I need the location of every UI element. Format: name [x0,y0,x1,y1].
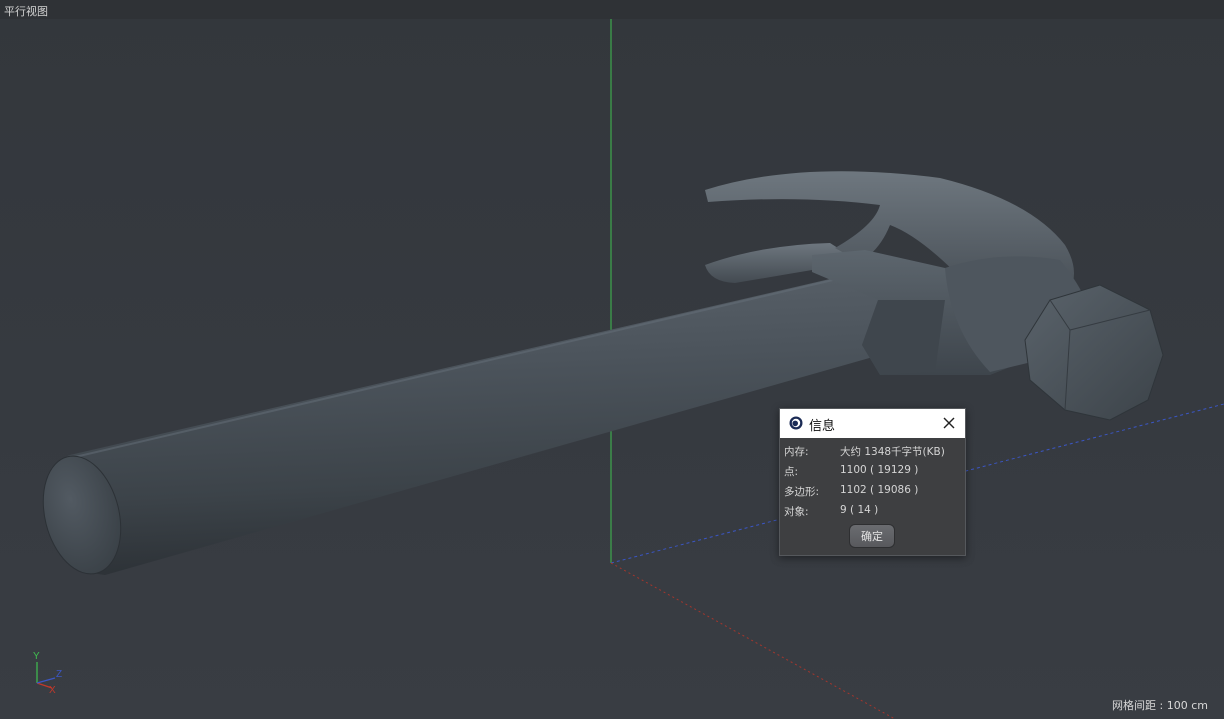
info-label: 内存: [784,446,809,458]
ok-button[interactable]: 确定 [849,524,895,548]
hammer-handle[interactable] [47,272,889,575]
dialog-titlebar[interactable]: 信息 [780,409,965,438]
info-value: 1102 ( 19086 ) [840,484,919,496]
info-label: 多边形: [784,486,820,498]
info-value: 大约 1348千字节(KB) [840,446,945,458]
view-title[interactable]: 平行视图 [4,3,48,19]
hammer-model[interactable] [32,171,1164,582]
close-button[interactable] [939,413,959,433]
axis-y-label: Y [33,651,40,662]
info-dialog[interactable]: 信息 内存: 大约 1348千字节(KB) 点: 1100 ( 19129 ) … [779,408,966,556]
world-x-axis-line [610,562,896,719]
axis-z-label: Z [56,669,63,680]
info-label: 对象: [784,506,809,518]
scene-canvas[interactable] [0,0,1224,719]
dialog-title: 信息 [809,419,836,434]
grid-spacing-label: 网格间距 : 100 cm [1112,699,1208,712]
axis-gizmo: Y Z X [25,648,85,698]
info-label: 点: [784,466,799,478]
info-value: 1100 ( 19129 ) [840,464,919,476]
3d-viewport[interactable]: 平行视图 Y Z X 网格间距 : 100 cm 信息 内存: 大约 1348千… [0,0,1224,719]
info-value: 9 ( 14 ) [840,504,879,516]
cinema4d-logo-icon [789,416,803,430]
close-icon [943,417,955,429]
viewport-header: 平行视图 [0,0,1224,19]
axis-x-label: X [49,685,56,696]
